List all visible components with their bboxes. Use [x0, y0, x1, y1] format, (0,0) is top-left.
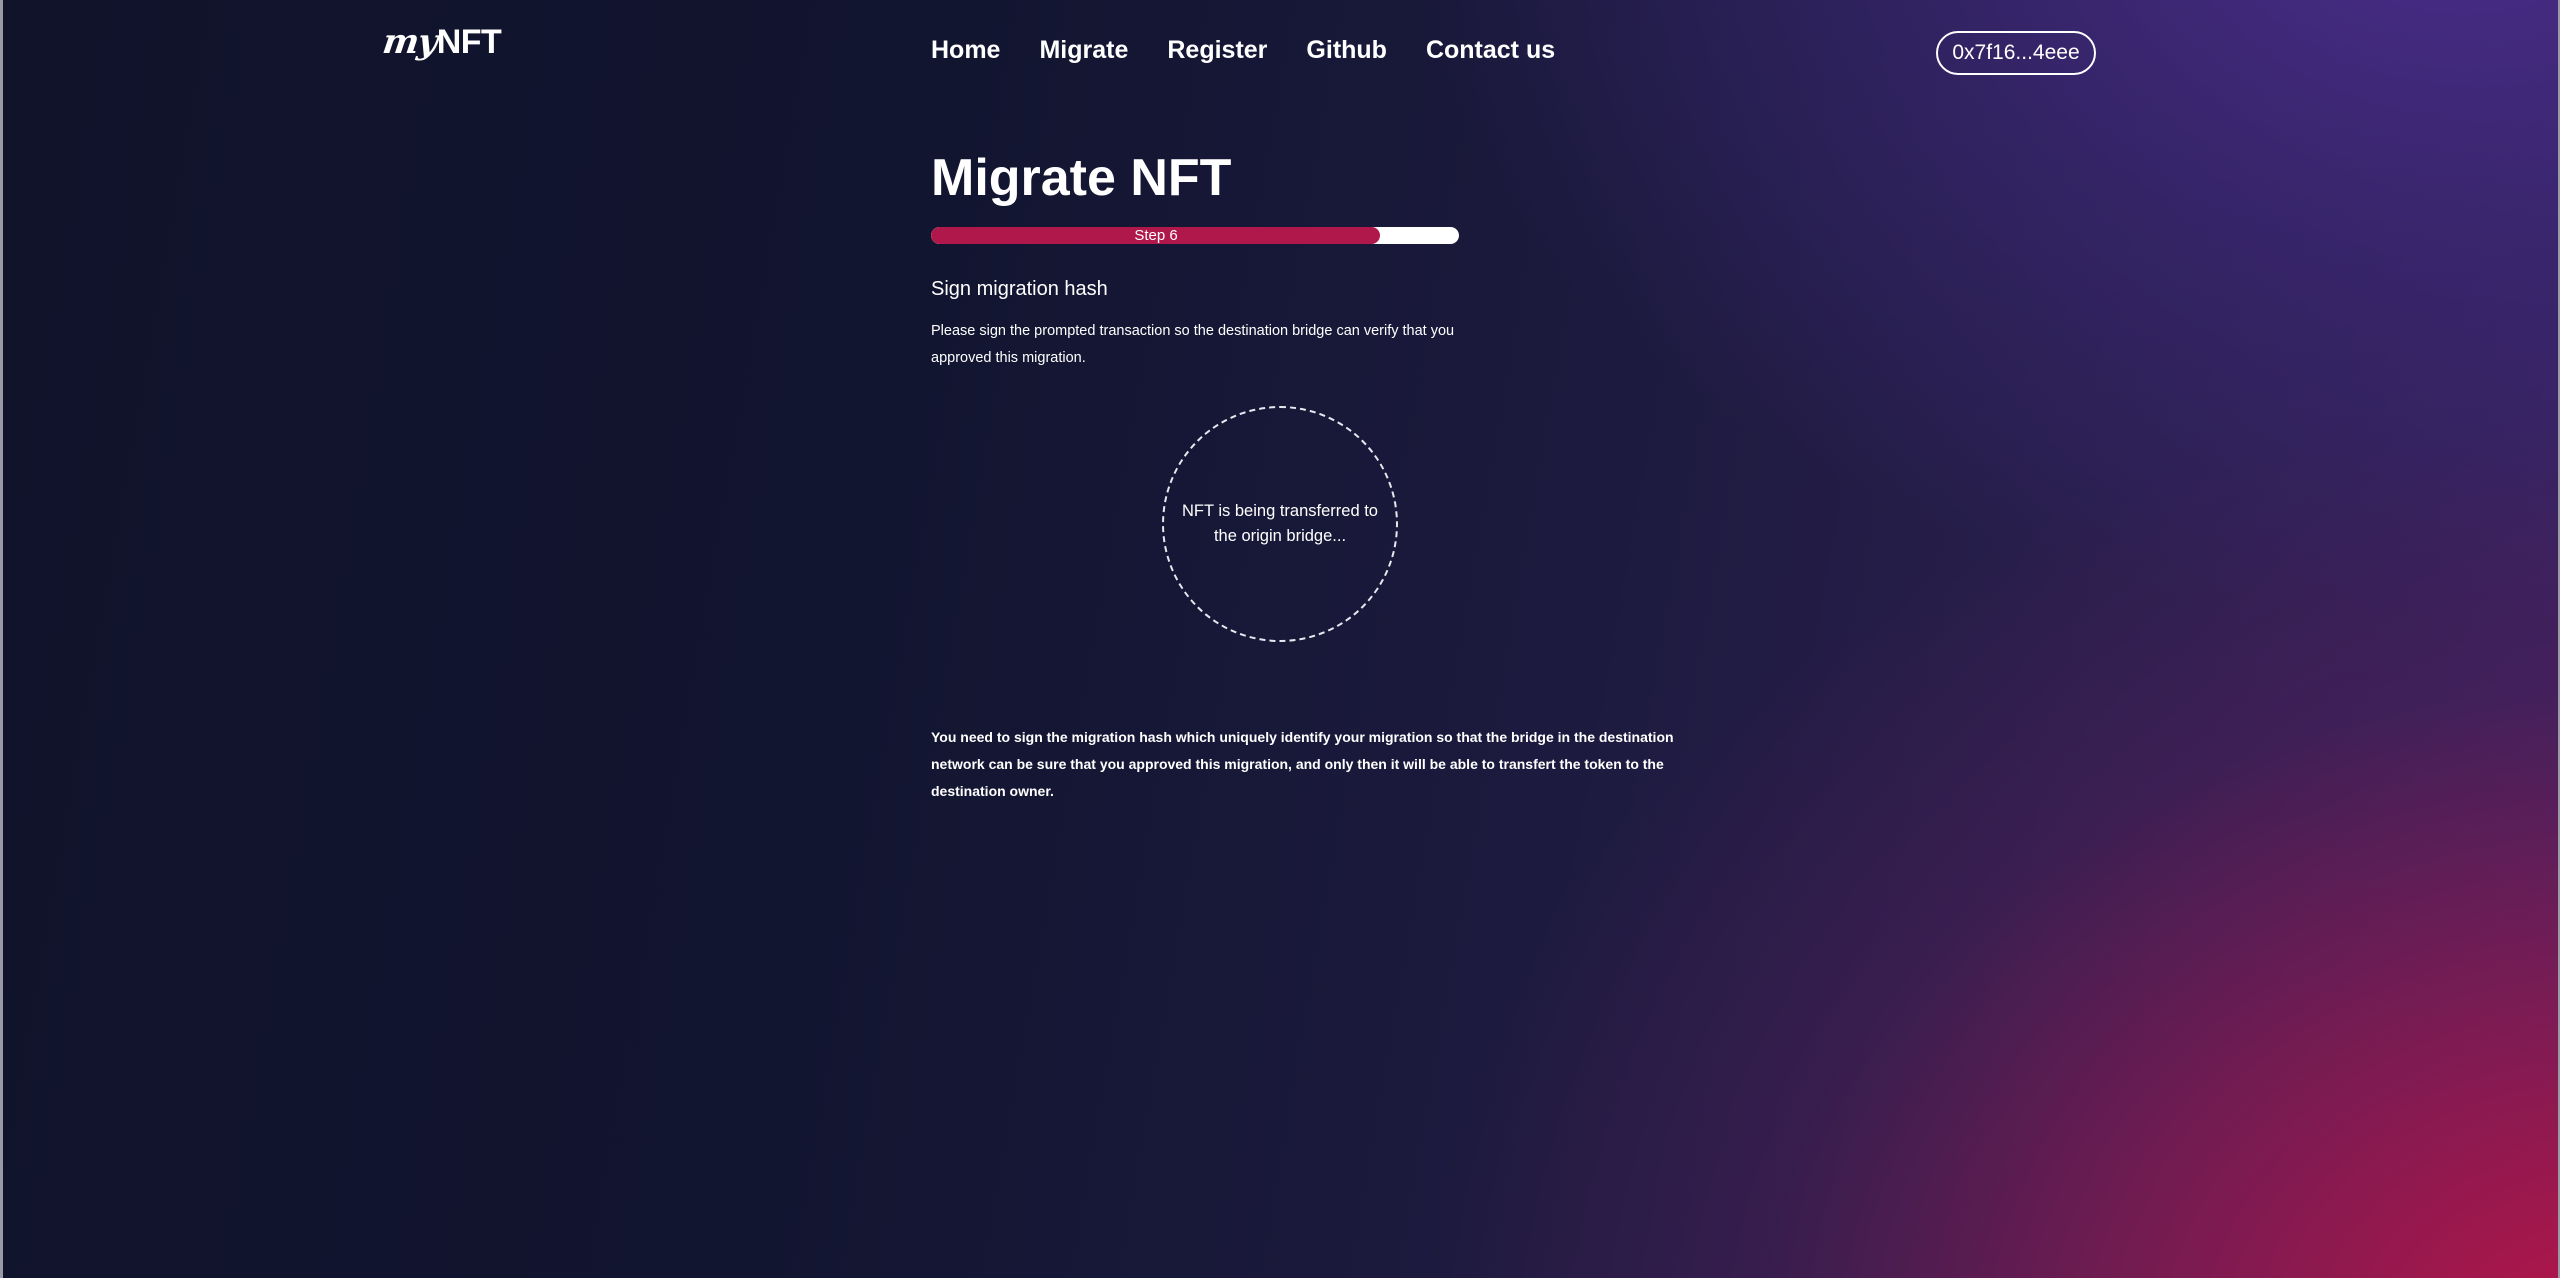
window-border-left: [0, 0, 3, 1278]
logo[interactable]: my NFT: [380, 22, 502, 62]
transfer-loading-spinner: NFT is being transferred to the origin b…: [1162, 406, 1398, 642]
nav-github[interactable]: Github: [1306, 36, 1387, 65]
page-title: Migrate NFT: [931, 149, 1232, 207]
step-heading: Sign migration hash: [931, 278, 1108, 300]
step-description: Please sign the prompted transaction so …: [931, 323, 1455, 366]
logo-suffix: NFT: [436, 23, 502, 61]
main-nav: Home Migrate Register Github Contact us: [931, 36, 1594, 65]
migration-note: You need to sign the migration hash whic…: [931, 729, 1674, 799]
nav-contact-us[interactable]: Contact us: [1426, 36, 1555, 65]
wallet-address-button[interactable]: 0x7f16...4eee: [1936, 31, 2096, 75]
loader-text: NFT is being transferred to the origin b…: [1182, 502, 1378, 545]
logo-prefix: my: [380, 22, 440, 62]
nav-migrate[interactable]: Migrate: [1039, 36, 1128, 65]
nav-home[interactable]: Home: [931, 36, 1000, 65]
nav-register[interactable]: Register: [1167, 36, 1267, 65]
step-progress-bar: Step 6: [931, 227, 1459, 244]
step-progress-label: Step 6: [1134, 227, 1178, 244]
